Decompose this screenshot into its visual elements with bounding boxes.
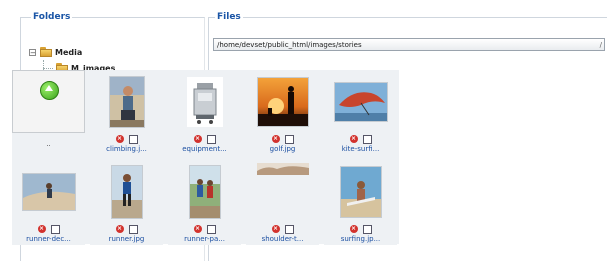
path-field[interactable]: /home/devset/public_html/images/stories … bbox=[213, 38, 605, 51]
file-name[interactable]: shoulder-t... bbox=[246, 235, 319, 243]
file-item[interactable]: × kite-surfi... bbox=[324, 70, 397, 155]
select-checkbox[interactable] bbox=[128, 224, 138, 234]
file-item[interactable]: × equipment... bbox=[168, 70, 241, 155]
delete-icon[interactable]: × bbox=[37, 225, 46, 233]
file-grid: .. × climbing.j... × equipment... × golf… bbox=[12, 70, 399, 245]
delete-icon[interactable]: × bbox=[193, 225, 202, 233]
delete-icon[interactable]: × bbox=[193, 135, 202, 143]
file-item[interactable]: × surfing.jp... bbox=[324, 160, 397, 245]
path-end-marker: / bbox=[599, 41, 602, 49]
delete-icon[interactable]: × bbox=[115, 225, 124, 233]
select-checkbox[interactable] bbox=[362, 224, 372, 234]
files-title: Files bbox=[215, 12, 243, 22]
delete-icon[interactable]: × bbox=[349, 135, 358, 143]
file-name[interactable]: equipment... bbox=[168, 145, 241, 153]
file-item[interactable]: × runner.jpg bbox=[90, 160, 163, 245]
file-name[interactable]: runner-dec... bbox=[12, 235, 85, 243]
file-name[interactable]: runner-pa... bbox=[168, 235, 241, 243]
file-name[interactable]: surfing.jp... bbox=[324, 235, 397, 243]
kite-surfing-thumbnail[interactable] bbox=[333, 81, 388, 122]
surfing-thumbnail[interactable] bbox=[339, 165, 382, 218]
delete-icon[interactable]: × bbox=[115, 135, 124, 143]
file-item[interactable]: × runner-dec... bbox=[12, 160, 85, 245]
select-checkbox[interactable] bbox=[206, 224, 216, 234]
select-checkbox[interactable] bbox=[284, 224, 294, 234]
file-name: .. bbox=[46, 140, 51, 148]
equipment-thumbnail[interactable] bbox=[186, 76, 223, 127]
runner-dec-thumbnail[interactable] bbox=[21, 172, 76, 211]
golf-thumbnail[interactable] bbox=[256, 76, 309, 127]
folder-item-media[interactable]: − Media bbox=[29, 44, 204, 60]
select-checkbox[interactable] bbox=[362, 134, 372, 144]
shoulder-thumbnail[interactable] bbox=[256, 163, 309, 175]
folder-icon bbox=[40, 47, 52, 57]
file-item[interactable]: × climbing.j... bbox=[90, 70, 163, 155]
select-checkbox[interactable] bbox=[284, 134, 294, 144]
runner-thumbnail[interactable] bbox=[110, 164, 143, 219]
delete-icon[interactable]: × bbox=[271, 135, 280, 143]
select-checkbox[interactable] bbox=[50, 224, 60, 234]
file-name[interactable]: kite-surfi... bbox=[324, 145, 397, 153]
file-name[interactable]: climbing.j... bbox=[90, 145, 163, 153]
path-text: /home/devset/public_html/images/stories bbox=[217, 41, 362, 49]
folders-title: Folders bbox=[31, 12, 73, 22]
file-item[interactable]: × runner-pa... bbox=[168, 160, 241, 245]
collapse-icon[interactable]: − bbox=[29, 48, 36, 56]
runner-pair-thumbnail[interactable] bbox=[188, 164, 221, 219]
file-name[interactable]: runner.jpg bbox=[90, 235, 163, 243]
delete-icon[interactable]: × bbox=[271, 225, 280, 233]
file-item[interactable]: × golf.jpg bbox=[246, 70, 319, 155]
up-folder-tile[interactable] bbox=[12, 70, 85, 133]
file-name[interactable]: golf.jpg bbox=[246, 145, 319, 153]
select-checkbox[interactable] bbox=[128, 134, 138, 144]
file-item[interactable]: × shoulder-t... bbox=[246, 160, 319, 245]
file-item-up[interactable]: .. bbox=[12, 70, 85, 155]
up-arrow-icon[interactable] bbox=[40, 81, 59, 100]
select-checkbox[interactable] bbox=[206, 134, 216, 144]
climbing-thumbnail[interactable] bbox=[108, 75, 145, 128]
folder-label: Media bbox=[55, 47, 83, 57]
delete-icon[interactable]: × bbox=[349, 225, 358, 233]
